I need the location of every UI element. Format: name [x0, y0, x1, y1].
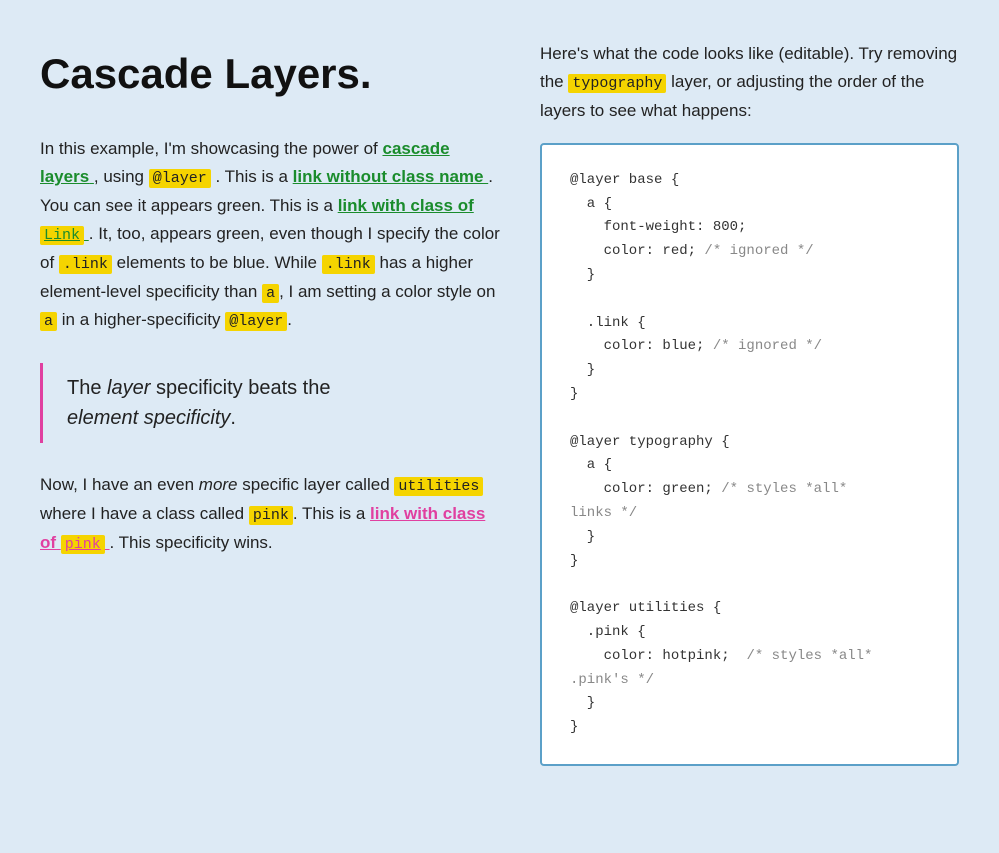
comma-text: , I am setting a color style on	[279, 282, 495, 301]
code-line-17: .pink {	[570, 624, 646, 640]
code-line-1: @layer base {	[570, 172, 679, 188]
blockquote-text: The layer specificity beats the element …	[67, 373, 500, 433]
code-line-7: color: blue; /* ignored */	[570, 338, 822, 354]
link-code-1: .link	[59, 255, 112, 274]
pink-highlight: pink	[61, 535, 105, 554]
a-code-1: a	[262, 284, 279, 303]
code-line-9: }	[570, 386, 578, 402]
using-text: , using	[94, 167, 144, 186]
utilities-code: utilities	[394, 477, 483, 496]
blockquote-italic-2: element specificity	[67, 407, 230, 429]
code-editor[interactable]: @layer base { a { font-weight: 800; colo…	[540, 143, 959, 766]
code-line-13: links */	[570, 505, 637, 521]
page-title: Cascade Layers.	[40, 40, 500, 107]
second-paragraph: Now, I have an even more specific layer …	[40, 471, 500, 557]
code-line-21: }	[570, 719, 578, 735]
pink-code: pink	[249, 506, 293, 525]
a-code-2: a	[40, 312, 57, 331]
layer-code-1: @layer	[149, 169, 211, 188]
code-line-4: color: red; /* ignored */	[570, 243, 814, 259]
code-line-18: color: hotpink; /* styles *all*	[570, 648, 872, 664]
intro-paragraph: In this example, I'm showcasing the powe…	[40, 135, 500, 335]
in-higher: in a higher-specificity	[62, 310, 221, 329]
middle-text: elements to be blue. While	[117, 253, 317, 272]
code-line-11: a {	[570, 457, 612, 473]
right-column: Here's what the code looks like (editabl…	[540, 40, 959, 766]
code-line-15: }	[570, 553, 578, 569]
code-line-3: font-weight: 800;	[570, 219, 746, 235]
right-description: Here's what the code looks like (editabl…	[540, 40, 959, 125]
code-line-16: @layer utilities {	[570, 600, 721, 616]
after-layer: . This is a	[215, 167, 287, 186]
code-line-19: .pink's */	[570, 672, 654, 688]
page-layout: Cascade Layers. In this example, I'm sho…	[40, 40, 959, 766]
layer-code-2: @layer	[225, 312, 287, 331]
code-line-14: }	[570, 529, 595, 545]
blockquote-italic-1: layer	[107, 377, 150, 399]
code-line-8: }	[570, 362, 595, 378]
code-line-20: }	[570, 695, 595, 711]
code-line-5: }	[570, 267, 595, 283]
blockquote: The layer specificity beats the element …	[40, 363, 500, 443]
period-1: .	[287, 310, 292, 329]
code-line-2: a {	[570, 196, 612, 212]
code-line-12: color: green; /* styles *all*	[570, 481, 847, 497]
intro-text-start: In this example, I'm showcasing the powe…	[40, 139, 378, 158]
typography-highlight: typography	[568, 74, 666, 93]
more-italic: more	[199, 475, 238, 494]
left-column: Cascade Layers. In this example, I'm sho…	[40, 40, 500, 766]
code-line-6: .link {	[570, 315, 646, 331]
link-code-2: .link	[322, 255, 375, 274]
link-no-class[interactable]: link without class name	[293, 167, 489, 186]
code-line-10: @layer typography {	[570, 434, 730, 450]
link-class-code: Link	[40, 226, 84, 245]
